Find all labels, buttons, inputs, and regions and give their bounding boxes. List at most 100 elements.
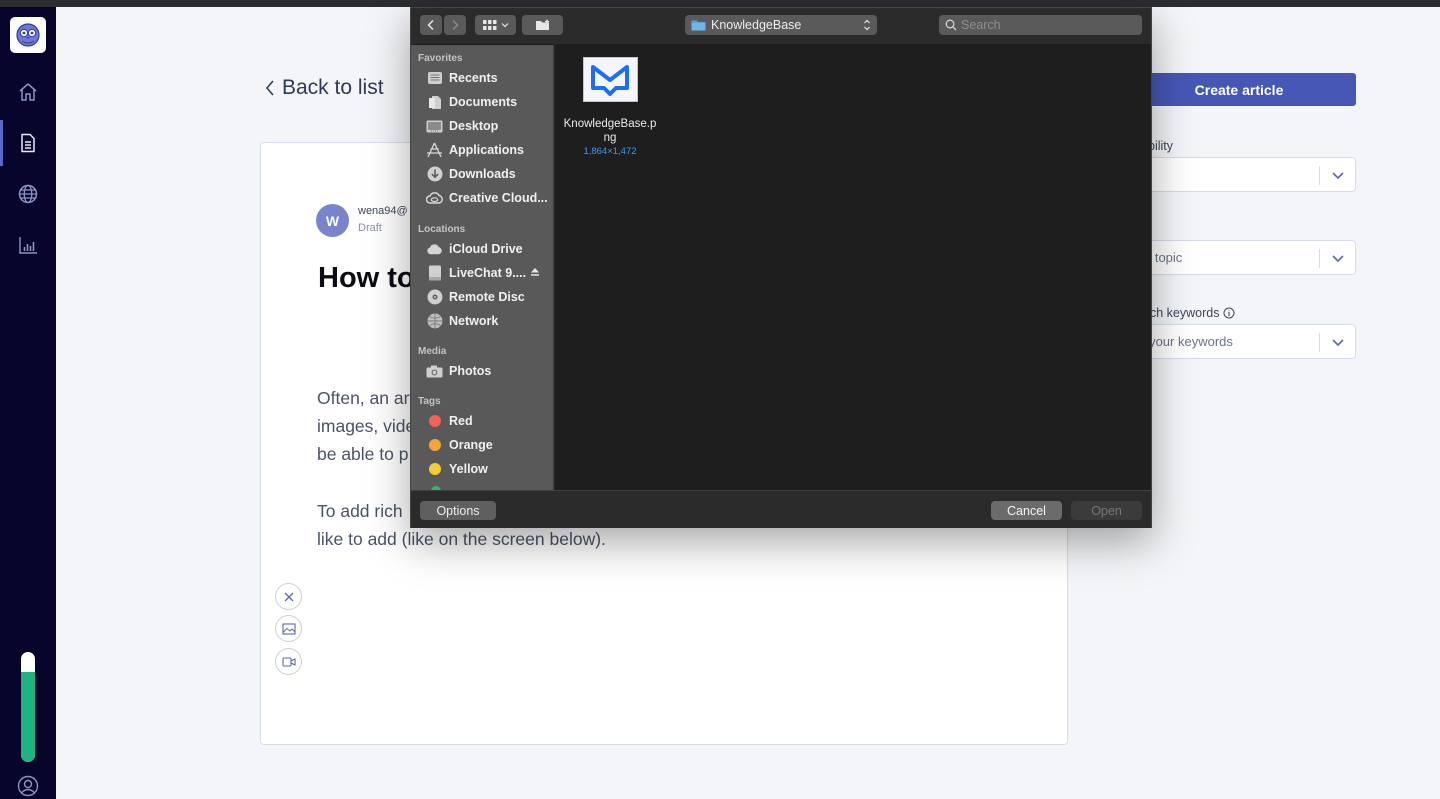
creative-cloud-icon <box>426 190 443 207</box>
file-browser: KnowledgeBase.png 1,864×1,472 <box>555 45 1151 490</box>
back-to-list-link[interactable]: Back to list <box>264 76 384 100</box>
sidebar-tag-yellow[interactable]: Yellow <box>426 458 488 480</box>
keywords-label-text: ch keywords <box>1150 306 1220 320</box>
sidebar-item-label: Network <box>449 314 499 328</box>
bar-chart-icon <box>19 237 37 254</box>
nav-reports[interactable] <box>16 233 40 257</box>
eject-icon[interactable] <box>530 267 540 277</box>
chevron-down-icon <box>1332 172 1344 180</box>
chevron-left-icon <box>266 80 274 96</box>
search-input[interactable] <box>961 18 1131 32</box>
sidebar-item-desktop[interactable]: Desktop <box>426 115 498 137</box>
new-folder-button[interactable] <box>522 15 563 35</box>
document-icon <box>21 133 35 153</box>
sidebar-item-creative-cloud[interactable]: Creative Cloud... <box>426 187 548 209</box>
dialog-footer: Options Cancel Open <box>411 490 1151 528</box>
sidebar-tag-orange[interactable]: Orange <box>426 434 493 456</box>
sidebar-item-label: Red <box>449 414 473 428</box>
close-media-toolbar-button[interactable] <box>275 583 302 610</box>
recents-icon <box>426 70 443 87</box>
open-button[interactable]: Open <box>1071 501 1142 520</box>
insert-video-button[interactable] <box>275 648 302 675</box>
options-button[interactable]: Options <box>420 501 496 520</box>
article-status: Draft <box>358 222 382 234</box>
desktop-icon <box>426 118 443 135</box>
chevron-down-icon <box>1332 255 1344 263</box>
cancel-button[interactable]: Cancel <box>991 501 1062 520</box>
knowledgebase-logo-icon <box>591 64 629 96</box>
select-divider <box>1319 249 1320 268</box>
search-field[interactable] <box>939 15 1142 35</box>
nav-home[interactable] <box>16 80 40 104</box>
cloud-icon <box>426 241 443 258</box>
video-icon <box>281 656 296 667</box>
red-tag-dot-icon <box>429 415 441 427</box>
back-to-list-label: Back to list <box>282 76 384 99</box>
select-divider <box>1319 166 1320 185</box>
sidebar-item-documents[interactable]: Documents <box>426 91 517 113</box>
location-popup[interactable]: KnowledgeBase <box>685 15 877 35</box>
sidebar-item-label: Desktop <box>449 119 499 133</box>
select-divider <box>1319 333 1320 352</box>
author-avatar: W <box>316 204 349 237</box>
dialog-sidebar: Favorites Recents Documents Desktop Appl… <box>411 45 554 490</box>
usage-meter-fill <box>21 671 35 762</box>
sidebar-item-downloads[interactable]: Downloads <box>426 163 516 185</box>
file-thumbnail <box>582 57 638 102</box>
info-icon[interactable] <box>1223 307 1235 319</box>
sidebar-item-label: LiveChat 9.... <box>449 266 527 280</box>
keywords-label: ch keywords <box>1150 306 1235 320</box>
user-icon <box>17 775 39 797</box>
sidebar-item-label: Recents <box>449 71 498 85</box>
section-locations: Locations <box>418 224 466 235</box>
app-logo[interactable] <box>10 17 46 53</box>
sidebar-item-applications[interactable]: Applications <box>426 139 524 161</box>
sidebar-item-label: iCloud Drive <box>449 242 523 256</box>
back-button[interactable] <box>420 15 442 35</box>
sidebar-item-label: Yellow <box>449 462 488 476</box>
section-favorites: Favorites <box>418 53 463 64</box>
network-globe-icon <box>426 313 443 330</box>
search-icon <box>945 19 957 31</box>
sidebar-item-recents[interactable]: Recents <box>426 67 498 89</box>
location-name: KnowledgeBase <box>711 18 802 32</box>
disk-icon <box>426 265 443 282</box>
paragraph-line: like to add (like on the screen below). <box>317 529 606 549</box>
orange-tag-dot-icon <box>429 439 441 451</box>
sidebar-tag-red[interactable]: Red <box>426 410 473 432</box>
topic-select[interactable]: lect topic <box>1122 240 1356 275</box>
globe-icon <box>18 184 38 204</box>
sidebar-item-network[interactable]: Network <box>426 310 498 332</box>
active-nav-marker <box>0 120 3 166</box>
sidebar-item-label: Creative Cloud... <box>449 191 548 205</box>
section-tags: Tags <box>418 396 441 407</box>
keywords-select[interactable]: pe your keywords <box>1122 324 1356 359</box>
nav-publish[interactable] <box>16 182 40 206</box>
article-title[interactable]: How to <box>318 262 415 295</box>
sidebar-item-icloud-drive[interactable]: iCloud Drive <box>426 238 523 260</box>
account-button[interactable] <box>17 775 39 797</box>
applications-icon <box>426 142 443 159</box>
sidebar-item-remote-disc[interactable]: Remote Disc <box>426 286 525 308</box>
downloads-icon <box>426 166 443 183</box>
camera-icon <box>426 363 443 380</box>
section-media: Media <box>418 346 447 357</box>
create-article-button[interactable]: Create article <box>1122 73 1356 106</box>
visibility-select[interactable]: blic <box>1122 157 1356 192</box>
sidebar-item-photos[interactable]: Photos <box>426 360 491 382</box>
sidebar-item-label: Applications <box>449 143 525 157</box>
new-folder-icon <box>535 19 549 30</box>
home-icon <box>19 83 37 101</box>
chevron-down-icon <box>501 23 508 28</box>
insert-image-button[interactable] <box>275 615 302 642</box>
yellow-tag-dot-icon <box>429 463 441 475</box>
forward-button[interactable] <box>444 15 466 35</box>
nav-articles[interactable] <box>16 131 40 155</box>
disc-icon <box>426 289 443 306</box>
view-mode-button[interactable] <box>475 15 516 35</box>
dialog-toolbar: KnowledgeBase <box>411 8 1151 45</box>
sidebar-item-livechat-disk[interactable]: LiveChat 9.... <box>426 262 526 284</box>
file-item[interactable]: KnowledgeBase.png 1,864×1,472 <box>561 57 659 157</box>
icon-grid-icon <box>482 20 496 30</box>
documents-icon <box>426 94 443 111</box>
